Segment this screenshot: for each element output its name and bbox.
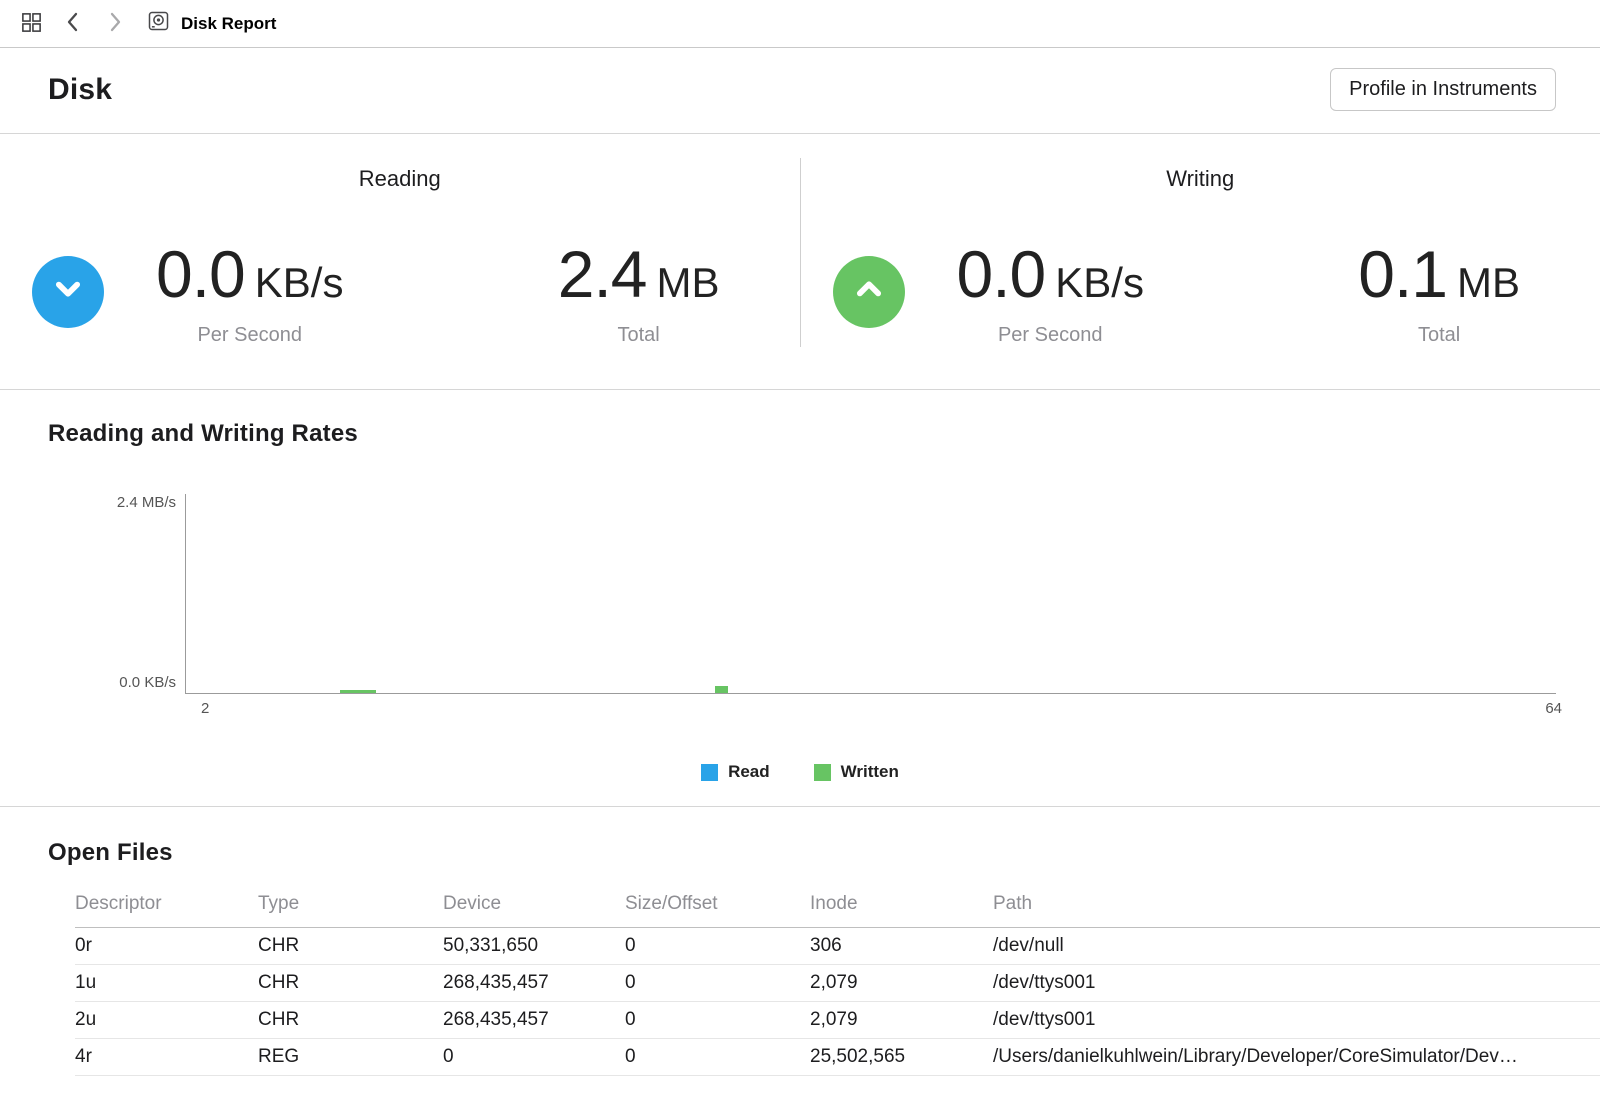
column-header-path[interactable]: Path (993, 887, 1600, 928)
breadcrumb[interactable]: Disk Report (146, 9, 276, 38)
reading-total-unit: MB (656, 259, 720, 306)
open-files-table: Descriptor Type Device Size/Offset Inode Path… (75, 887, 1600, 1076)
writing-total-unit: MB (1457, 259, 1520, 306)
legend-label: Read (728, 762, 770, 781)
table-row[interactable]: 4r REG 0 0 25,502,565/Users/danielkuhlwein/L… (75, 1038, 1600, 1076)
chevron-up-icon (850, 270, 888, 313)
reading-total: 2.4 MB Total (558, 236, 720, 347)
cell-descriptor: 4r (75, 1038, 258, 1076)
x-axis-labels: 2 64 (185, 694, 1562, 717)
legend-item-written: Written (813, 762, 899, 782)
writing-circle (832, 255, 905, 328)
toolbar: Disk Report (0, 0, 1600, 48)
chevron-down-icon (49, 270, 87, 313)
writing-total: 0.1 MB Total (1358, 236, 1520, 347)
chart-bar-written (714, 686, 728, 693)
writing-rate: 0.0 KB/s Per Second (957, 236, 1144, 347)
rates-section: Reading and Writing Rates 2.4 MB/s 0.0 K… (0, 390, 1600, 807)
cell-device: 268,435,457 (443, 964, 625, 1002)
cell-device: 0 (443, 1038, 625, 1076)
writing-rate-label: Per Second (997, 324, 1103, 346)
cell-path: /dev/null (993, 927, 1600, 965)
open-files-title: Open Files (48, 839, 173, 866)
reading-circle (32, 255, 104, 328)
column-header-inode[interactable]: Inode (810, 887, 993, 928)
open-files-header-row: Descriptor Type Device Size/Offset Inode Path (75, 887, 1600, 928)
toolbar-title: Disk Report (181, 13, 277, 33)
writing-rate-unit: KB/s (1055, 259, 1144, 306)
cell-path: /Users/danielkuhlwein/Library/Developer/… (993, 1038, 1600, 1076)
cell-descriptor: 0r (75, 927, 258, 965)
cell-size-offset: 0 (625, 927, 810, 965)
reading-rate-unit: KB/s (254, 259, 344, 306)
y-axis-max-label: 2.4 MB/s (116, 494, 176, 511)
disk-icon (146, 9, 171, 38)
cell-type: CHR (258, 964, 443, 1002)
cell-device: 268,435,457 (443, 1001, 625, 1039)
y-axis-min-label: 0.0 KB/s (119, 674, 176, 691)
chart-plot: 2.4 MB/s 0.0 KB/s (117, 494, 1556, 694)
reading-rate: 0.0 KB/s Per Second (156, 236, 343, 347)
reading-total-value: 2.4 (557, 237, 648, 311)
back-button[interactable] (56, 7, 90, 41)
forward-button[interactable] (98, 7, 132, 41)
legend-item-read: Read (701, 762, 770, 782)
legend-swatch (813, 763, 831, 781)
open-files-table-body: 0r CHR 50,331,650 0 306/dev/null 1u CHR 268,435… (75, 927, 1600, 1076)
chart-legend: Read Written (0, 762, 1600, 782)
cell-size-offset: 0 (625, 1038, 810, 1076)
cell-descriptor: 1u (75, 964, 258, 1002)
column-header-descriptor[interactable]: Descriptor (75, 887, 258, 928)
reading-title: Reading (358, 166, 441, 191)
column-header-size-offset[interactable]: Size/Offset (625, 887, 810, 928)
cell-size-offset: 0 (625, 964, 810, 1002)
writing-total-label: Total (1418, 324, 1461, 346)
page-title: Disk (48, 72, 113, 106)
chart-bar-written (339, 689, 376, 693)
stats-section: Reading 0.0 KB/s Per Second 2.4 MB Total… (0, 134, 1600, 390)
table-row[interactable]: 1u CHR 268,435,457 0 2,079/dev/ttys001 (75, 964, 1600, 1002)
legend-swatch (701, 763, 719, 781)
reading-total-label: Total (617, 324, 660, 346)
cell-inode: 2,079 (810, 1001, 993, 1039)
cell-inode: 306 (810, 927, 993, 965)
writing-rate-value: 0.0 (956, 237, 1047, 311)
table-row[interactable]: 2u CHR 268,435,457 0 2,079/dev/ttys001 (75, 1001, 1600, 1039)
cell-device: 50,331,650 (443, 927, 625, 965)
column-header-device[interactable]: Device (443, 887, 625, 928)
rates-title: Reading and Writing Rates (48, 420, 358, 447)
reading-rate-label: Per Second (197, 324, 302, 346)
cell-type: CHR (258, 1001, 443, 1039)
writing-title: Writing (1166, 166, 1235, 191)
x-axis-max-label: 64 (1545, 700, 1562, 717)
legend-label: Written (840, 762, 899, 781)
writing-total-value: 0.1 (1358, 237, 1448, 311)
writing-panel: Writing 0.0 KB/s Per Second 0.1 MB Total (799, 158, 1600, 347)
x-axis-min-label: 2 (201, 700, 210, 717)
table-row[interactable]: 0r CHR 50,331,650 0 306/dev/null (75, 927, 1600, 965)
cell-size-offset: 0 (625, 1001, 810, 1039)
page-header: Disk Profile in Instruments (0, 48, 1600, 134)
column-header-type[interactable]: Type (258, 887, 443, 928)
cell-type: REG (258, 1038, 443, 1076)
cell-path: /dev/ttys001 (993, 1001, 1600, 1039)
open-files-section: Open Files Descriptor Type Device Size/Offs… (0, 807, 1600, 1076)
reading-panel: Reading 0.0 KB/s Per Second 2.4 MB Total (0, 158, 800, 347)
chevron-left-icon (63, 11, 83, 36)
cell-descriptor: 2u (75, 1001, 258, 1039)
rates-chart: 2.4 MB/s 0.0 KB/s 2 64 (117, 494, 1562, 717)
grid-icon (20, 11, 43, 37)
cell-type: CHR (258, 927, 443, 965)
reading-rate-value: 0.0 (156, 237, 246, 311)
cell-path: /dev/ttys001 (993, 964, 1600, 1002)
chevron-right-icon (105, 11, 125, 36)
profile-in-instruments-button[interactable]: Profile in Instruments (1330, 68, 1556, 111)
cell-inode: 2,079 (810, 964, 993, 1002)
cell-inode: 25,502,565 (810, 1038, 993, 1076)
related-items-button[interactable] (14, 7, 48, 41)
